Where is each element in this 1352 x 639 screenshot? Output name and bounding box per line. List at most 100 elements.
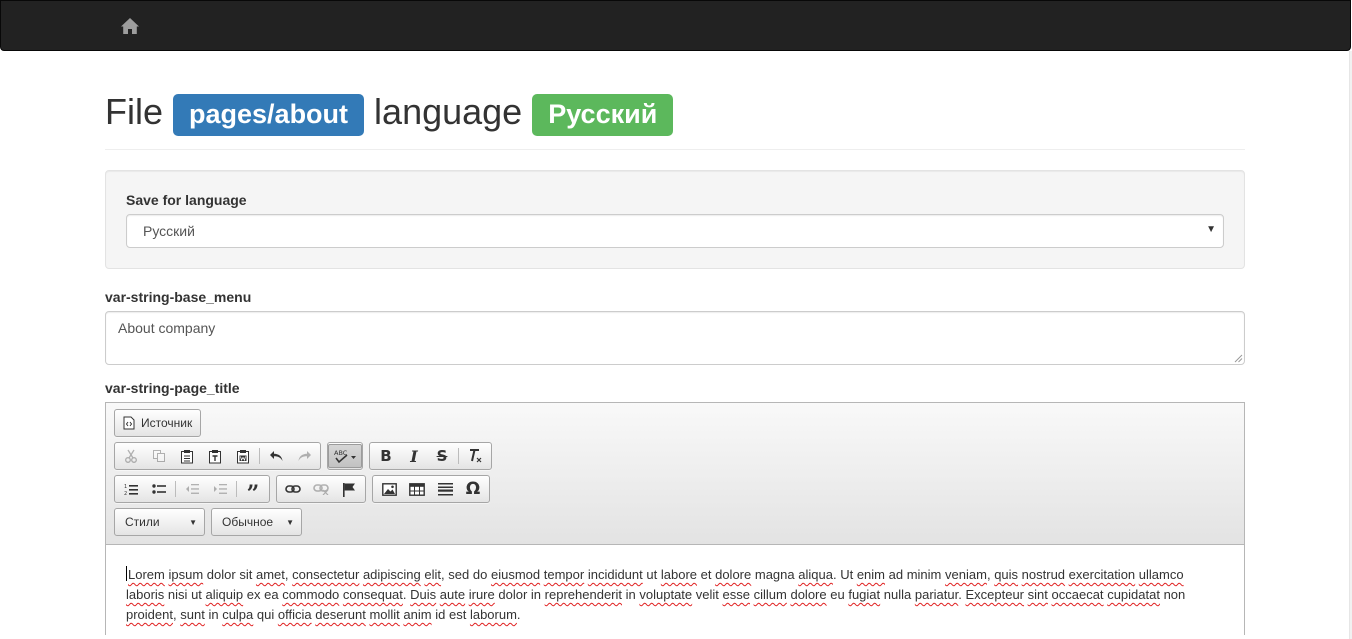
toolbar-separator bbox=[175, 481, 176, 497]
base-menu-value: About company bbox=[118, 320, 216, 336]
remove-format-button[interactable] bbox=[461, 443, 489, 469]
image-button[interactable] bbox=[375, 476, 403, 502]
toolbar-row-4: Стили ▼ Обычное ▼ bbox=[114, 508, 1236, 536]
toolbar-row-2: ABC B I S bbox=[114, 442, 1236, 470]
unlink-icon bbox=[313, 484, 329, 495]
misspelled-word: aliqua bbox=[798, 567, 833, 582]
horizontal-rule-icon bbox=[437, 482, 453, 495]
rich-text-editor: Источник ABC B I S 1 2 ” Ω Стили ▼ Обычн… bbox=[105, 402, 1245, 635]
misspelled-word: consectetur bbox=[292, 567, 360, 582]
misspelled-word: elit bbox=[424, 567, 442, 582]
horizontal-rule-button[interactable] bbox=[431, 476, 459, 502]
svg-text:1: 1 bbox=[124, 484, 127, 490]
styles-combo[interactable]: Стили ▼ bbox=[114, 508, 205, 536]
blockquote-icon: ” bbox=[246, 480, 260, 507]
cut-button[interactable] bbox=[117, 443, 145, 469]
misspelled-word: esse bbox=[722, 587, 750, 602]
language-badge: Русский bbox=[532, 94, 674, 137]
link-button[interactable] bbox=[279, 476, 307, 502]
home-icon bbox=[121, 18, 139, 34]
paste-text-button[interactable] bbox=[201, 443, 229, 469]
clipboard-group bbox=[114, 442, 321, 470]
top-navbar bbox=[0, 0, 1351, 51]
toolbar-row-3: 1 2 ” Ω bbox=[114, 475, 1236, 507]
misspelled-word: deserunt bbox=[315, 607, 366, 622]
undo-button[interactable] bbox=[262, 443, 290, 469]
links-group bbox=[276, 475, 366, 503]
blockquote-button[interactable]: ” bbox=[239, 476, 267, 507]
italic-icon: I bbox=[410, 446, 418, 466]
copy-icon bbox=[153, 450, 165, 462]
editor-toolbar: Источник ABC B I S 1 2 ” Ω Стили ▼ Обычн… bbox=[106, 403, 1244, 545]
outdent-button[interactable] bbox=[178, 476, 206, 502]
misspelled-word: nostrud bbox=[1021, 567, 1066, 582]
misspelled-word: consequat bbox=[342, 587, 403, 602]
spellcheck-group: ABC bbox=[327, 442, 363, 470]
outdent-icon bbox=[186, 484, 199, 494]
bulleted-list-icon bbox=[152, 484, 166, 494]
basic-styles-group: B I S bbox=[369, 442, 492, 470]
misspelled-word: fugiat bbox=[848, 587, 881, 602]
misspelled-word: ipsum bbox=[168, 567, 204, 582]
redo-button[interactable] bbox=[290, 443, 318, 469]
misspelled-word: pariatur bbox=[914, 587, 959, 602]
misspelled-word: proident bbox=[126, 607, 173, 622]
indent-icon bbox=[214, 484, 227, 494]
field-page-title: var-string-page_title Источник ABC B I S… bbox=[105, 380, 1245, 635]
indent-button[interactable] bbox=[206, 476, 234, 502]
source-group: Источник bbox=[114, 409, 202, 437]
special-char-button[interactable]: Ω bbox=[459, 476, 487, 502]
save-language-select[interactable]: Русский ▼ bbox=[126, 214, 1224, 248]
source-button[interactable]: Источник bbox=[117, 410, 198, 436]
field-base-menu: var-string-base_menu About company bbox=[105, 289, 1245, 365]
misspelled-word: exercitation bbox=[1068, 567, 1136, 582]
unlink-button[interactable] bbox=[307, 476, 335, 502]
misspelled-word: dolore bbox=[715, 567, 752, 582]
misspelled-word: reprehenderit bbox=[544, 587, 622, 602]
paste-button[interactable] bbox=[173, 443, 201, 469]
resize-grip-icon[interactable] bbox=[1234, 354, 1243, 363]
misspelled-word: voluptate bbox=[639, 587, 693, 602]
source-button-label: Источник bbox=[141, 416, 193, 430]
main-container: File pages/about language Русский Save f… bbox=[105, 51, 1245, 635]
paste-icon bbox=[181, 449, 193, 463]
misspelled-word: cillum bbox=[753, 587, 787, 602]
page-title-label: var-string-page_title bbox=[105, 380, 240, 396]
misspelled-word: eiusmod bbox=[490, 567, 541, 582]
select-caret-icon: ▼ bbox=[1206, 224, 1216, 235]
copy-button[interactable] bbox=[145, 443, 173, 469]
misspelled-word: incididunt bbox=[587, 567, 643, 582]
spellcheck-icon: ABC bbox=[334, 449, 356, 464]
misspelled-word: officia bbox=[277, 607, 312, 622]
base-menu-label: var-string-base_menu bbox=[105, 289, 252, 305]
home-link[interactable] bbox=[118, 14, 142, 38]
misspelled-word: occaecat bbox=[1051, 587, 1104, 602]
misspelled-word: mollit bbox=[369, 607, 400, 622]
table-icon bbox=[409, 482, 425, 496]
editor-content[interactable]: Lorem ipsum dolor sit amet, consectetur … bbox=[106, 545, 1244, 635]
undo-icon bbox=[269, 451, 282, 461]
cut-icon bbox=[125, 449, 137, 463]
bold-button[interactable]: B bbox=[372, 443, 400, 469]
misspelled-word: aute bbox=[439, 587, 466, 602]
table-button[interactable] bbox=[403, 476, 431, 502]
editor-paragraph: Lorem ipsum dolor sit amet, consectetur … bbox=[126, 566, 1186, 622]
format-combo[interactable]: Обычное ▼ bbox=[211, 508, 302, 536]
misspelled-word: sint bbox=[1027, 587, 1048, 602]
misspelled-word: veniam bbox=[945, 567, 987, 582]
anchor-button[interactable] bbox=[335, 476, 363, 502]
misspelled-word: laborum bbox=[469, 607, 517, 622]
source-icon bbox=[123, 416, 135, 430]
bold-icon: B bbox=[380, 447, 392, 465]
special-char-icon: Ω bbox=[465, 479, 481, 499]
italic-button[interactable]: I bbox=[400, 443, 428, 469]
strike-button[interactable]: S bbox=[428, 443, 456, 469]
styles-combo-arrow-icon: ▼ bbox=[189, 517, 197, 527]
paste-word-button[interactable] bbox=[229, 443, 257, 469]
bulleted-list-button[interactable] bbox=[145, 476, 173, 502]
save-language-label: Save for language bbox=[126, 192, 247, 208]
base-menu-textarea[interactable]: About company bbox=[105, 311, 1245, 365]
misspelled-word: aliquip bbox=[205, 587, 244, 602]
spellcheck-button[interactable]: ABC bbox=[328, 444, 362, 468]
numbered-list-button[interactable]: 1 2 bbox=[117, 476, 145, 502]
